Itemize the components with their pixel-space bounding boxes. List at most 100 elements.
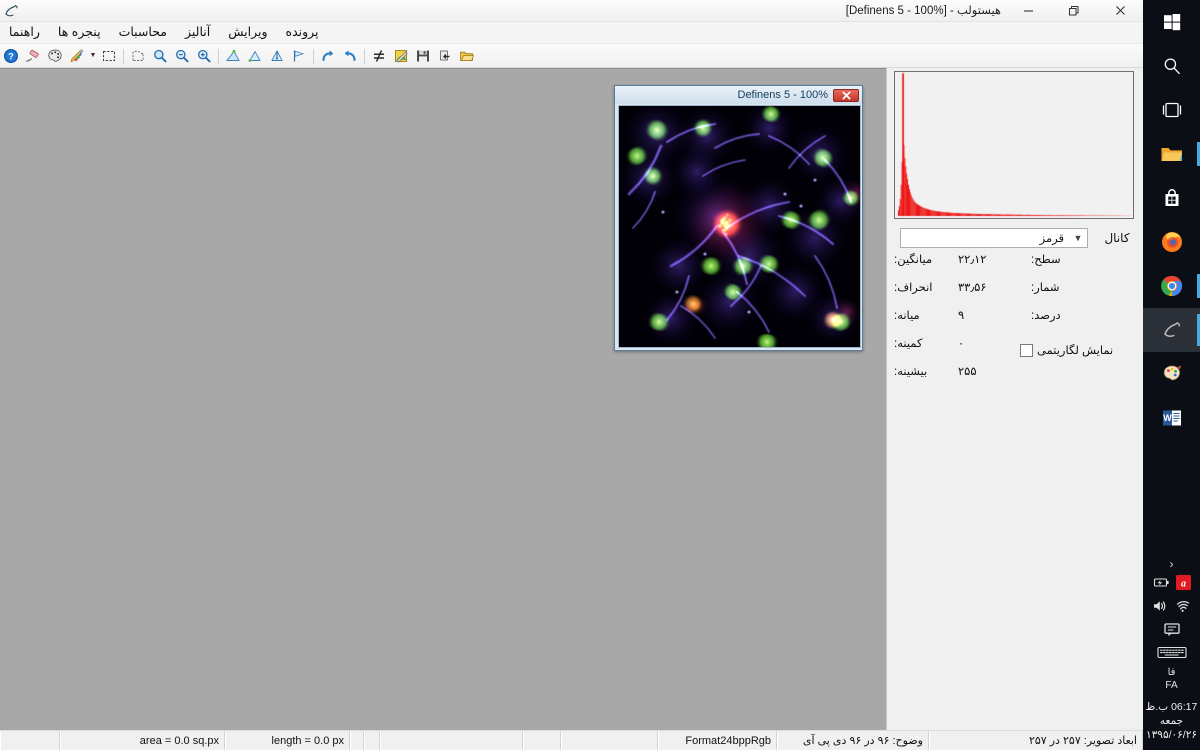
zoom-button[interactable]	[149, 45, 171, 67]
zoom-in-button[interactable]	[193, 45, 215, 67]
histogram-plot[interactable]	[894, 71, 1134, 219]
menu-analyze[interactable]: آنالیز	[176, 23, 219, 43]
edit-image-button[interactable]	[390, 45, 412, 67]
menu-help[interactable]: راهنما	[0, 23, 49, 43]
stat-cell-primary: ۰ کمینه:	[886, 336, 1014, 364]
menu-edit[interactable]: ویرایش	[219, 23, 276, 43]
firefox-button[interactable]	[1143, 220, 1200, 264]
folder-icon	[1160, 144, 1184, 164]
save-button[interactable]	[412, 45, 434, 67]
task-view-icon	[1161, 101, 1183, 119]
stat-cell-secondary: درصد:	[1014, 308, 1143, 336]
histolab-button[interactable]	[1143, 308, 1200, 352]
start-button[interactable]	[1143, 0, 1200, 44]
open-folder-button[interactable]	[456, 45, 478, 67]
menu-calculations[interactable]: محاسبات	[110, 23, 176, 43]
stat-row: ۲۵۵ بیشینه:	[886, 364, 1143, 392]
word-button[interactable]: W	[1143, 396, 1200, 440]
measure-angle-button[interactable]	[244, 45, 266, 67]
tray-row-3	[1143, 622, 1200, 642]
freehand-select-button[interactable]	[127, 45, 149, 67]
stat-value-min: ۰	[952, 336, 1014, 364]
chevron-down-icon[interactable]: ▼	[88, 45, 98, 67]
minimize-button[interactable]	[1005, 0, 1051, 22]
stat-cell-primary: ۲۵۵ بیشینه:	[886, 364, 1014, 392]
menu-bar: پرونده ویرایش آنالیز محاسبات پنجره ها را…	[0, 22, 1143, 44]
windows-logo-icon	[1162, 12, 1182, 32]
tray-row-4	[1143, 646, 1200, 664]
chrome-button[interactable]	[1143, 264, 1200, 308]
tray-wifi-icon[interactable]	[1175, 600, 1191, 618]
system-tray: ‹ a فا FA 06:17 ب.ظ جمعه ۱۳۹۵/۰۶/۲۶	[1143, 551, 1200, 750]
store-bag-icon	[1162, 188, 1182, 208]
measure-flag-button[interactable]	[288, 45, 310, 67]
tray-battery-icon[interactable]	[1153, 576, 1170, 594]
status-format: Format24bppRgb	[658, 731, 777, 750]
status-blank-6	[561, 731, 658, 750]
stat-label-mean: میانگین:	[894, 252, 952, 280]
paint-button[interactable]	[1143, 352, 1200, 396]
menu-file[interactable]: پرونده	[277, 23, 328, 43]
file-explorer-button[interactable]	[1143, 132, 1200, 176]
rectangle-select-button[interactable]	[98, 45, 120, 67]
microscopy-image[interactable]	[619, 106, 860, 347]
undo-button[interactable]	[339, 45, 361, 67]
histogram-canvas	[895, 72, 1133, 218]
stat-label-stddev: انحراف:	[894, 280, 952, 308]
title-bar: هیستولب - [Definens 5 - 100%]	[0, 0, 1143, 22]
clock-day[interactable]: جمعه	[1160, 714, 1183, 728]
separator-1	[120, 47, 127, 65]
compare-button[interactable]	[368, 45, 390, 67]
child-close-button[interactable]	[833, 89, 859, 102]
stat-value-median: ۹	[952, 308, 1014, 336]
stat-cell-primary: ۳۳٫۵۶ انحراف:	[886, 280, 1014, 308]
child-title-bar: Definens 5 - 100%	[615, 86, 862, 104]
image-viewport[interactable]	[618, 105, 861, 348]
eraser-button[interactable]	[22, 45, 44, 67]
stat-label-min: کمینه:	[894, 336, 952, 364]
palette-button[interactable]	[44, 45, 66, 67]
redo-button[interactable]	[317, 45, 339, 67]
stat-cell-secondary	[1014, 364, 1143, 392]
taskbar: W ‹ a فا FA 06:17 ب.ظ جمعه ۱۳۹۵/۰۶/۲۶	[1143, 0, 1200, 750]
tray-language-line1[interactable]: فا	[1168, 666, 1176, 679]
toolbar: ? ▼	[0, 44, 1143, 68]
close-button[interactable]	[1097, 0, 1143, 22]
log-display-label: نمایش لگاریتمی	[1037, 343, 1113, 357]
color-picker-button[interactable]	[66, 45, 88, 67]
channel-selected-value: قرمز	[901, 231, 1069, 245]
export-button[interactable]	[434, 45, 456, 67]
image-child-window[interactable]: Definens 5 - 100%	[614, 85, 863, 351]
search-icon	[1162, 56, 1182, 76]
paint-palette-icon	[1161, 363, 1183, 385]
zoom-out-button[interactable]	[171, 45, 193, 67]
channel-select[interactable]: ▼ قرمز	[900, 228, 1088, 248]
status-blank-4	[380, 731, 523, 750]
tray-notification-icon[interactable]	[1163, 622, 1181, 642]
tray-keyboard-icon[interactable]	[1157, 646, 1187, 664]
stat-label-median: میانه:	[894, 308, 952, 336]
task-view-button[interactable]	[1143, 88, 1200, 132]
checkbox-icon[interactable]	[1020, 344, 1033, 357]
clock-date[interactable]: ۱۳۹۵/۰۶/۲۶	[1146, 728, 1197, 742]
tray-language-line2[interactable]: FA	[1165, 679, 1177, 692]
search-button[interactable]	[1143, 44, 1200, 88]
tray-antivirus-icon[interactable]: a	[1176, 575, 1191, 595]
tray-expand-button[interactable]: ‹	[1170, 551, 1174, 573]
status-area: area = 0.0 sq.px	[60, 731, 225, 750]
menu-windows[interactable]: پنجره ها	[49, 23, 110, 43]
svg-text:?: ?	[8, 51, 14, 61]
separator-3	[310, 47, 317, 65]
log-display-checkbox-wrap[interactable]: نمایش لگاریتمی	[1014, 336, 1143, 364]
help-button[interactable]: ?	[0, 45, 22, 67]
clock-time[interactable]: 06:17 ب.ظ	[1146, 700, 1198, 714]
restore-button[interactable]	[1051, 0, 1097, 22]
status-blank-5	[523, 731, 561, 750]
separator-2	[215, 47, 222, 65]
svg-text:W: W	[1163, 413, 1172, 423]
microsoft-store-button[interactable]	[1143, 176, 1200, 220]
status-bar: ابعاد تصویر: ۲۵۷ در ۲۵۷ وضوح: ۹۶ در ۹۶ دی…	[0, 730, 1143, 750]
measure-height-button[interactable]	[266, 45, 288, 67]
measure-area-button[interactable]	[222, 45, 244, 67]
tray-volume-icon[interactable]	[1152, 599, 1169, 618]
